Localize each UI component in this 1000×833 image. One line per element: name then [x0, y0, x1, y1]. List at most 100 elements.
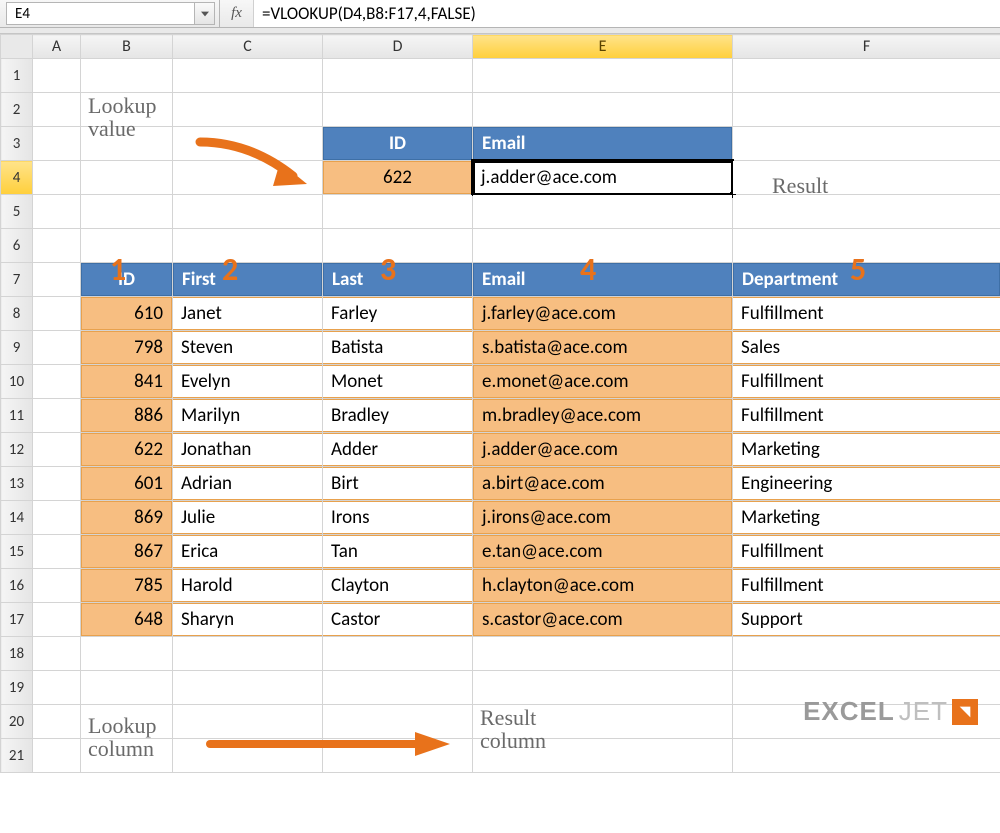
cell[interactable]: Julie [173, 501, 323, 535]
col-header-D[interactable]: D [323, 35, 473, 59]
cell[interactable] [733, 161, 1000, 195]
cell[interactable] [81, 229, 173, 263]
row-header-20[interactable]: 20 [1, 705, 33, 739]
cell[interactable]: 869 [81, 501, 173, 535]
cell[interactable]: 610 [81, 297, 173, 331]
cell[interactable]: Monet [323, 365, 473, 399]
cell[interactable]: Batista [323, 331, 473, 365]
row-header-4[interactable]: 4 [1, 161, 33, 195]
col-header-B[interactable]: B [81, 35, 173, 59]
cell[interactable]: Sales [733, 331, 1000, 365]
cell[interactable]: Marketing [733, 433, 1000, 467]
cell[interactable] [173, 59, 323, 93]
cell[interactable]: Last [323, 263, 473, 297]
cell[interactable]: Steven [173, 331, 323, 365]
cell[interactable] [173, 637, 323, 671]
cell[interactable] [173, 161, 323, 195]
cell[interactable] [33, 739, 81, 773]
name-box-dropdown[interactable] [195, 2, 215, 25]
cell[interactable]: 841 [81, 365, 173, 399]
cell[interactable] [173, 229, 323, 263]
cell[interactable]: j.farley@ace.com [473, 297, 733, 331]
cell[interactable]: ID [323, 127, 473, 161]
cell[interactable] [33, 161, 81, 195]
cell[interactable]: h.clayton@ace.com [473, 569, 733, 603]
cell[interactable]: ID [81, 263, 173, 297]
cell[interactable]: j.adder@ace.com [473, 161, 733, 195]
cell[interactable]: e.monet@ace.com [473, 365, 733, 399]
cell[interactable] [473, 93, 733, 127]
worksheet-grid[interactable]: A B C D E F 123IDEmail4622j.adder@ace.co… [0, 34, 1000, 773]
row-header-17[interactable]: 17 [1, 603, 33, 637]
cell[interactable] [33, 467, 81, 501]
col-header-A[interactable]: A [33, 35, 81, 59]
cell[interactable] [473, 637, 733, 671]
cell[interactable] [33, 93, 81, 127]
cell[interactable] [323, 93, 473, 127]
cell[interactable]: Fulfillment [733, 535, 1000, 569]
cell[interactable] [323, 739, 473, 773]
cell[interactable]: s.batista@ace.com [473, 331, 733, 365]
formula-input[interactable]: =VLOOKUP(D4,B8:F17,4,FALSE) [254, 0, 1000, 27]
cell[interactable] [733, 739, 1000, 773]
cell[interactable] [173, 127, 323, 161]
cell[interactable]: Adrian [173, 467, 323, 501]
cell[interactable] [33, 399, 81, 433]
col-header-F[interactable]: F [733, 35, 1000, 59]
cell[interactable] [33, 365, 81, 399]
cell[interactable] [81, 671, 173, 705]
row-header-14[interactable]: 14 [1, 501, 33, 535]
cell[interactable]: Fulfillment [733, 399, 1000, 433]
cell[interactable] [33, 569, 81, 603]
cell[interactable]: 798 [81, 331, 173, 365]
cell[interactable] [473, 195, 733, 229]
cell[interactable] [473, 705, 733, 739]
cell[interactable] [173, 671, 323, 705]
row-header-8[interactable]: 8 [1, 297, 33, 331]
cell[interactable]: e.tan@ace.com [473, 535, 733, 569]
col-header-C[interactable]: C [173, 35, 323, 59]
cell[interactable] [733, 59, 1000, 93]
cell[interactable]: Clayton [323, 569, 473, 603]
cell[interactable] [33, 501, 81, 535]
row-header-16[interactable]: 16 [1, 569, 33, 603]
cell[interactable] [81, 739, 173, 773]
cell[interactable] [473, 671, 733, 705]
row-header-5[interactable]: 5 [1, 195, 33, 229]
cell[interactable] [173, 739, 323, 773]
row-header-13[interactable]: 13 [1, 467, 33, 501]
row-header-6[interactable]: 6 [1, 229, 33, 263]
cell[interactable]: Support [733, 603, 1000, 637]
insert-function-button[interactable]: fx [220, 0, 254, 27]
cell[interactable] [33, 433, 81, 467]
cell[interactable]: m.bradley@ace.com [473, 399, 733, 433]
cell[interactable]: Fulfillment [733, 365, 1000, 399]
cell[interactable]: 622 [323, 161, 473, 195]
cell[interactable] [323, 229, 473, 263]
cell[interactable]: Janet [173, 297, 323, 331]
cell[interactable] [323, 637, 473, 671]
cell[interactable]: Castor [323, 603, 473, 637]
cell[interactable] [33, 535, 81, 569]
cell[interactable] [173, 195, 323, 229]
cell[interactable] [733, 127, 1000, 161]
cell[interactable] [733, 229, 1000, 263]
row-header-3[interactable]: 3 [1, 127, 33, 161]
cell[interactable] [33, 637, 81, 671]
cell[interactable]: Irons [323, 501, 473, 535]
row-header-9[interactable]: 9 [1, 331, 33, 365]
row-header-2[interactable]: 2 [1, 93, 33, 127]
cell[interactable] [81, 127, 173, 161]
row-header-10[interactable]: 10 [1, 365, 33, 399]
cell[interactable]: 648 [81, 603, 173, 637]
cell[interactable]: Email [473, 127, 733, 161]
col-header-E[interactable]: E [473, 35, 733, 59]
cell[interactable]: Email [473, 263, 733, 297]
cell[interactable]: a.birt@ace.com [473, 467, 733, 501]
cell[interactable]: Farley [323, 297, 473, 331]
cell[interactable] [473, 739, 733, 773]
cell[interactable]: Marilyn [173, 399, 323, 433]
row-header-18[interactable]: 18 [1, 637, 33, 671]
cell[interactable] [33, 671, 81, 705]
cell[interactable]: 601 [81, 467, 173, 501]
